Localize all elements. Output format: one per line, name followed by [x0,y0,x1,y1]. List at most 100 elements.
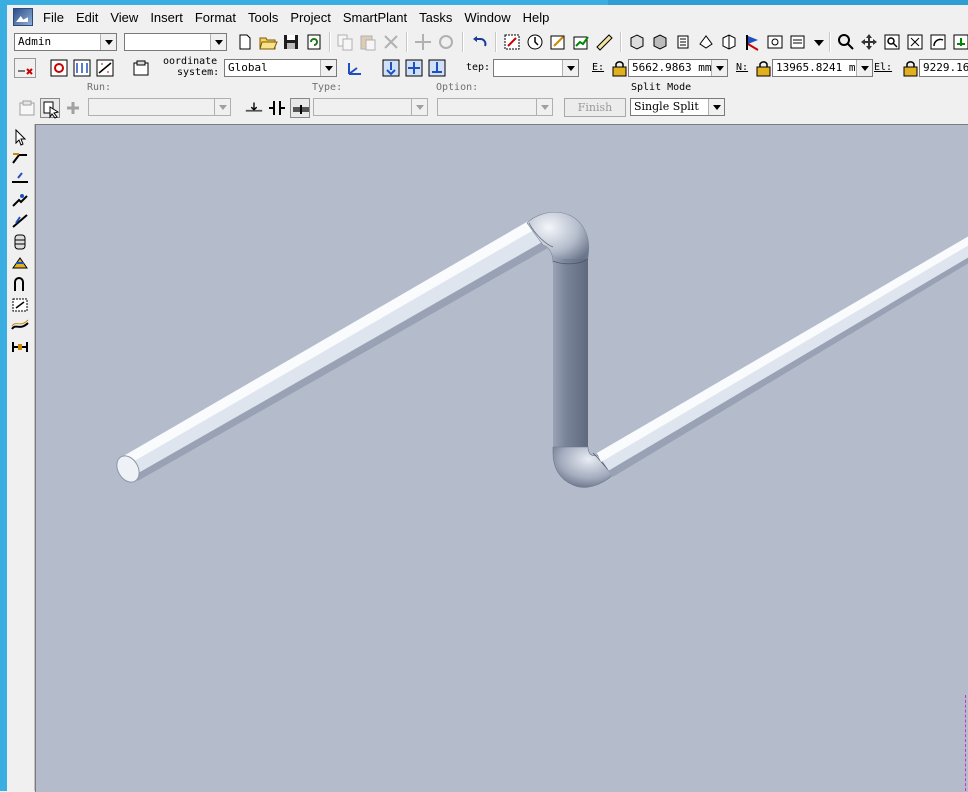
flag-icon[interactable] [742,32,762,52]
route-bend-icon[interactable] [10,275,30,293]
show-icon[interactable] [673,32,693,52]
inspect-icon[interactable] [525,32,545,52]
open-icon[interactable] [258,32,278,52]
split-type-icon[interactable] [290,98,310,118]
step-combo[interactable] [493,59,579,77]
menu-edit[interactable]: Edit [70,10,104,25]
coordinate-system-label-2: system: [177,67,220,78]
type-label: Type: [312,82,343,93]
delete-icon[interactable] [381,32,401,52]
option-combo[interactable] [437,98,553,116]
title-bar [0,0,968,5]
fit-icon[interactable] [905,32,925,52]
lock-e-icon[interactable] [610,58,628,78]
save-icon[interactable] [281,32,301,52]
copy-icon[interactable] [335,32,355,52]
menu-insert[interactable]: Insert [144,10,189,25]
place-support-icon[interactable] [10,254,30,272]
insert-component-icon[interactable] [10,170,30,188]
el-label: El: [874,62,893,73]
plane-icon[interactable] [72,58,92,78]
menu-tools[interactable]: Tools [242,10,284,25]
properties-icon[interactable] [131,58,151,78]
select-feature-icon[interactable] [63,98,83,118]
menu-window[interactable]: Window [458,10,516,25]
common-views-icon[interactable] [951,32,968,52]
measure-icon[interactable] [502,32,522,52]
n-coordinate-combo[interactable]: 13965.8241 mm [772,59,873,77]
menu-format[interactable]: Format [189,10,242,25]
el-coordinate-combo[interactable]: 9229.160 [919,59,968,77]
insert-split-icon[interactable] [10,212,30,230]
lock-el-icon[interactable] [901,58,919,78]
hide-icon[interactable] [650,32,670,52]
select-split-icon[interactable] [40,98,60,119]
graphic-view[interactable] [35,124,968,792]
clip-object-icon[interactable] [719,32,739,52]
menu-smartplant[interactable]: SmartPlant [337,10,413,25]
run-label: Run: [87,82,112,93]
split-insert-icon[interactable] [267,98,287,118]
finish-button[interactable]: Finish [564,98,626,117]
paste-icon[interactable] [358,32,378,52]
select-icon[interactable] [10,128,30,146]
rotate-icon[interactable] [436,32,456,52]
option-label: Option: [436,82,479,93]
new-icon[interactable] [235,32,255,52]
menu-view[interactable]: View [104,10,144,25]
pan-icon[interactable] [859,32,879,52]
plane-plan-icon[interactable] [427,58,447,78]
clip-icon[interactable] [696,32,716,52]
split-point-icon[interactable] [244,98,266,118]
chevron-down-icon[interactable] [809,32,825,52]
coordinate-system-combo[interactable]: Global [224,59,337,77]
e-coordinate-combo[interactable]: 5662.9863 mm [628,59,728,77]
right-pipe-segment[interactable] [597,236,968,477]
step-label: tep: [466,62,491,73]
user-combo[interactable]: Admin [14,33,117,51]
sloped-pipe-icon[interactable] [10,317,30,335]
ruler-icon[interactable] [594,32,614,52]
window-split-line [965,695,966,791]
filter-combo[interactable] [124,33,227,51]
layout-icon[interactable] [765,32,785,52]
filter-icon[interactable] [788,32,808,52]
view-cube-icon[interactable] [627,32,647,52]
lock-n-icon[interactable] [754,58,772,78]
vertical-pipe-segment[interactable] [552,258,589,453]
dimension-icon[interactable] [10,338,30,356]
undo-icon[interactable] [470,32,490,52]
check-data-icon[interactable] [548,32,568,52]
slope-icon[interactable] [95,58,115,78]
route-toolbar: oordinate system: Global tep: E: 5662.98… [7,56,968,80]
place-nozzle-icon[interactable] [10,191,30,209]
run-combo[interactable] [88,98,231,116]
place-tap-icon[interactable] [10,233,30,251]
route-pipe-icon[interactable] [10,149,30,167]
split-mode-combo[interactable]: Single Split [630,98,725,116]
rotate-view-icon[interactable] [928,32,948,52]
zoom-area-icon[interactable] [882,32,902,52]
plane-elevation-icon[interactable] [404,58,424,78]
menu-file[interactable]: File [37,10,70,25]
menu-help[interactable]: Help [517,10,556,25]
menu-tasks[interactable]: Tasks [413,10,458,25]
menu-project[interactable]: Project [284,10,336,25]
lock-plane-icon[interactable] [381,58,401,78]
window-border [0,0,7,791]
pipe-model[interactable] [36,125,968,792]
ribbon-properties-icon[interactable] [17,98,37,118]
zoom-icon[interactable] [836,32,856,52]
reports-icon[interactable] [571,32,591,52]
refresh-icon[interactable] [304,32,324,52]
type-combo[interactable] [313,98,428,116]
point-along-icon[interactable] [49,58,69,78]
standard-toolbar: Admin [7,30,968,54]
move-icon[interactable] [413,32,433,52]
n-label: N: [736,62,749,73]
insert-feature-icon[interactable] [10,296,30,314]
coordinate-system-icon[interactable] [345,58,365,78]
cancel-route-icon[interactable] [14,58,36,78]
left-pipe-segment[interactable] [112,219,548,486]
app-logo-icon[interactable] [13,8,33,26]
